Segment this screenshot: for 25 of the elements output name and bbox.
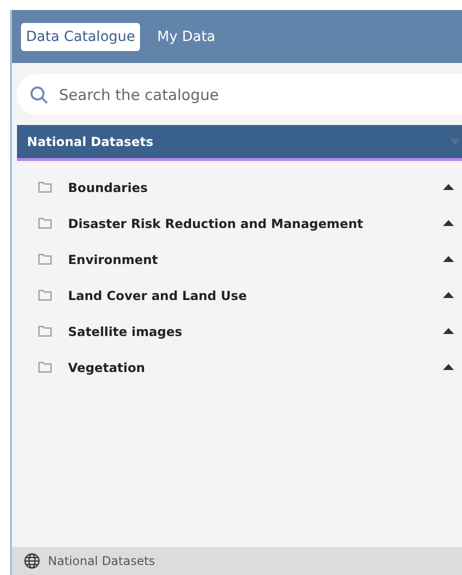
tab[interactable]: My Data [152, 22, 220, 50]
caret-icon[interactable] [443, 220, 454, 226]
folder-icon [38, 181, 52, 193]
dataset-group[interactable]: Vegetation [68, 360, 443, 374]
caret-icon[interactable] [443, 184, 454, 190]
dataset-group[interactable]: Satellite images [68, 324, 443, 338]
folder-icon [38, 289, 52, 301]
section-header[interactable]: National Datasets [17, 125, 462, 161]
dataset-group[interactable]: Boundaries [68, 180, 443, 194]
status-text: National Datasets [48, 554, 156, 568]
caret-icon[interactable] [443, 292, 454, 298]
caret-icon[interactable] [443, 256, 454, 262]
tab[interactable]: Data Catalogue [21, 22, 140, 50]
caret-icon[interactable] [443, 364, 454, 370]
folder-icon [38, 217, 52, 229]
folder-icon [38, 361, 52, 373]
folder-icon [38, 325, 52, 337]
dataset-group[interactable]: Disaster Risk Reduction and Management [68, 216, 443, 230]
dataset-group[interactable]: Environment [68, 252, 443, 266]
section-title: National Datasets [27, 134, 154, 149]
caret-icon[interactable] [443, 328, 454, 334]
search-field[interactable]: Search the catalogue [17, 74, 462, 115]
folder-icon [38, 253, 52, 265]
globe-icon [24, 553, 40, 569]
dataset-group[interactable]: Land Cover and Land Use [68, 288, 443, 302]
